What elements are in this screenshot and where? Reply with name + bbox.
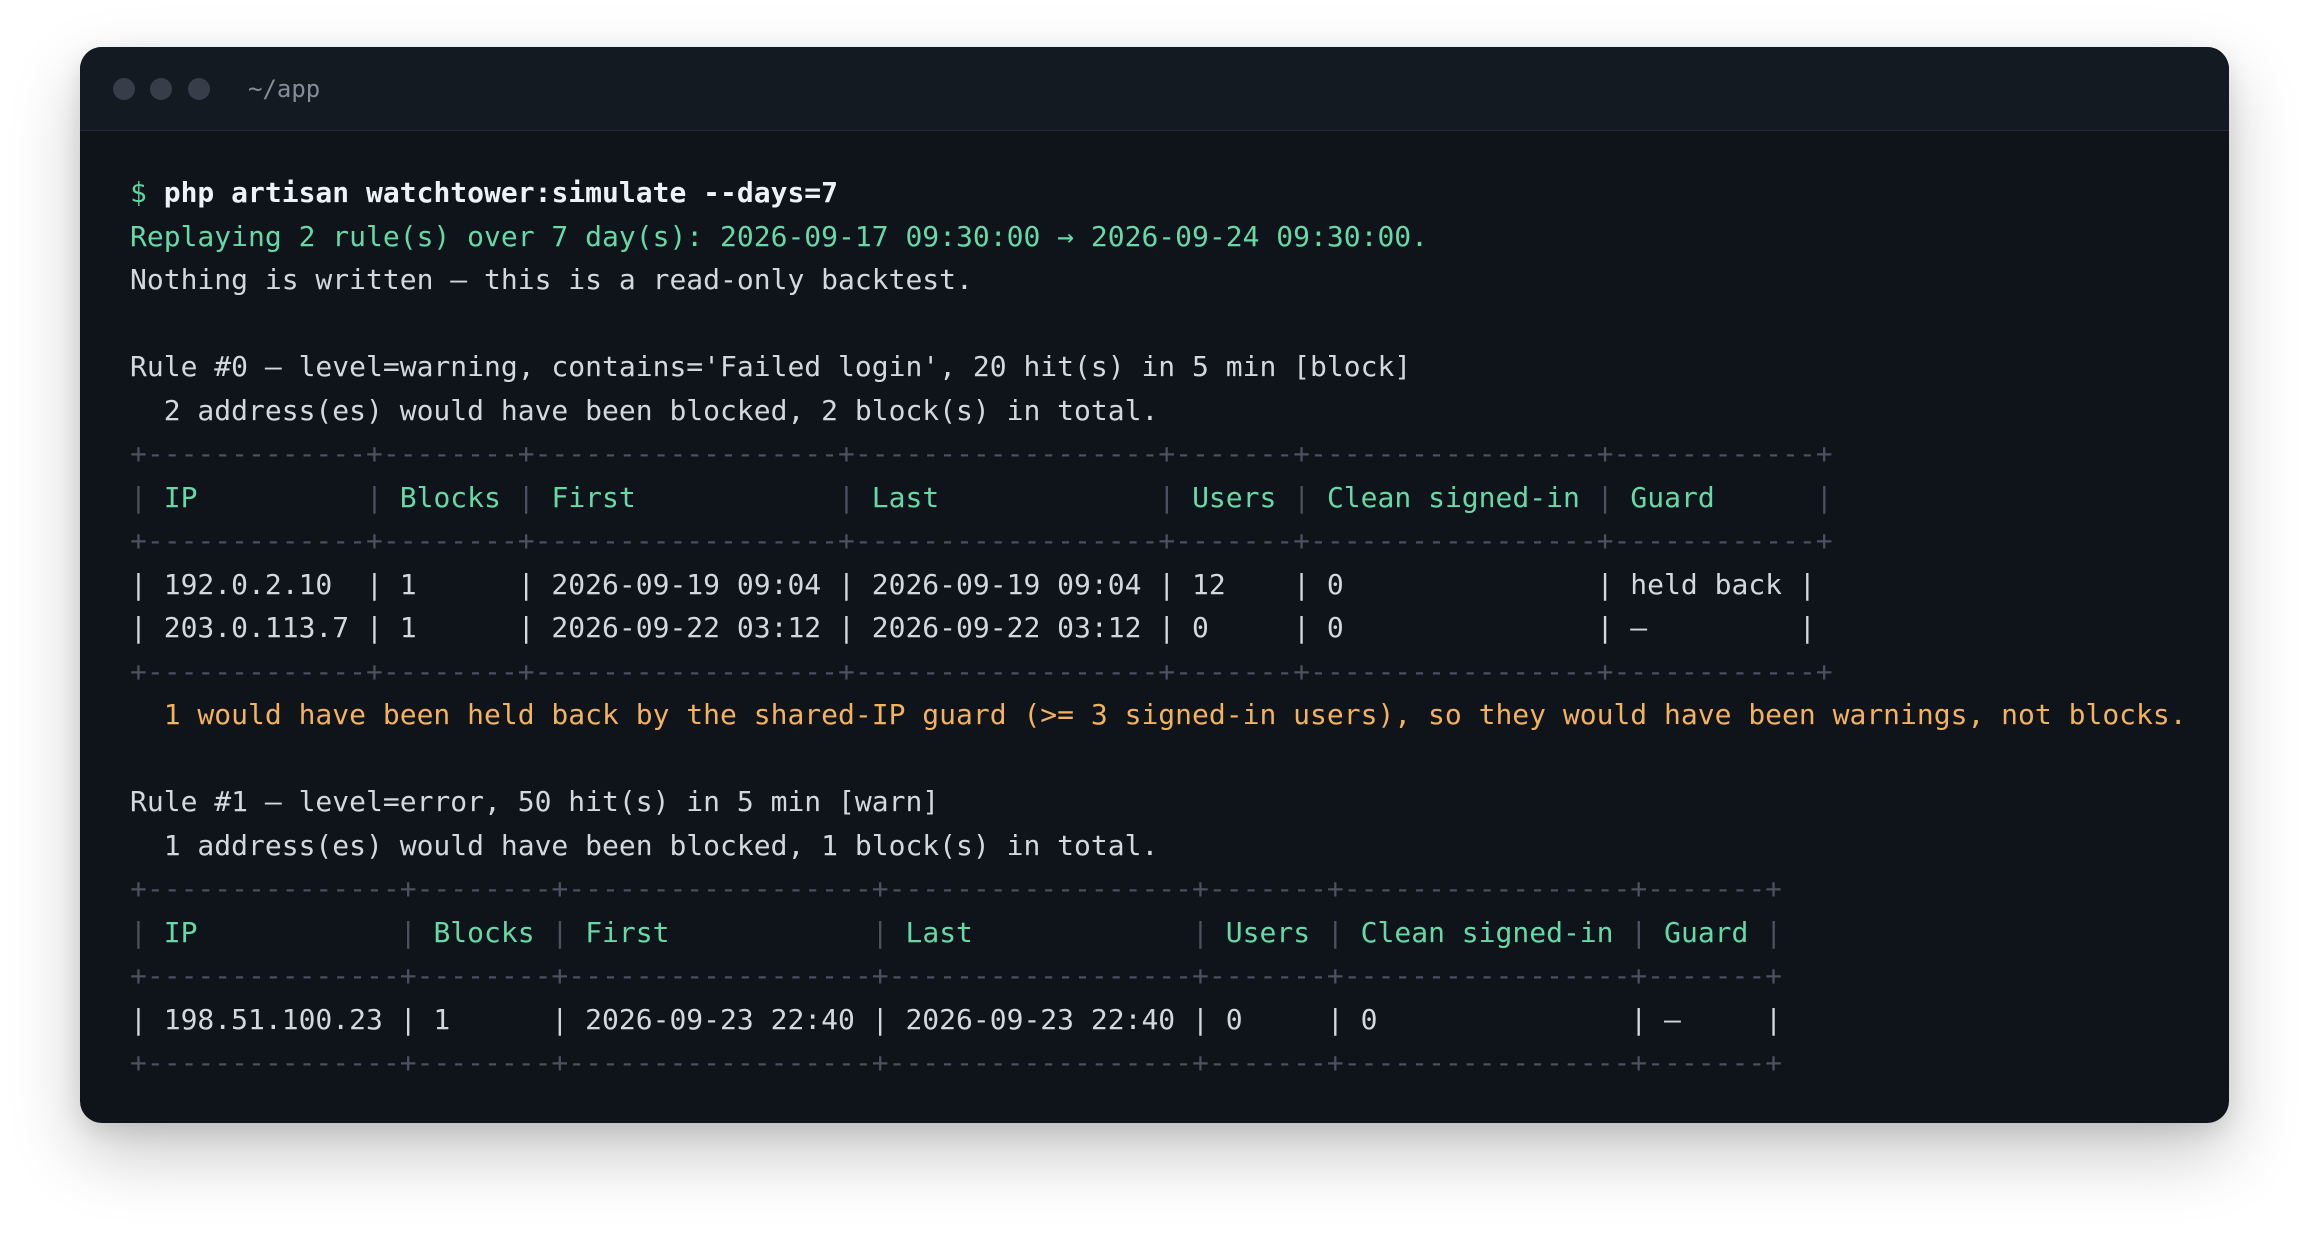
replaying-message: Replaying 2 rule(s) over 7 day(s): 2026-… [130, 219, 1429, 253]
column-separator: | [1748, 915, 1783, 949]
table-border: +-------------+--------+----------------… [130, 654, 1833, 688]
table-row: | 192.0.2.10 | 1 | 2026-09-19 09:04 | 20… [130, 567, 1816, 601]
column-separator: | [130, 915, 164, 949]
column-separator: | [1276, 480, 1327, 514]
table-border: +---------------+--------+--------------… [130, 1046, 1783, 1079]
column-separator: | [1579, 480, 1631, 514]
table-border: +---------------+--------+--------------… [130, 872, 1783, 905]
column-header-blocks: Blocks [433, 915, 535, 949]
table-header-row: | IP | Blocks | First | Last | Users | C… [130, 911, 2209, 955]
command-line: $ php artisan watchtower:simulate --days… [130, 171, 2209, 215]
column-separator: | [821, 480, 872, 514]
terminal-output[interactable]: $ php artisan watchtower:simulate --days… [130, 171, 2209, 1085]
table-row: | 198.51.100.23 | 1 | 2026-09-23 22:40 |… [130, 1002, 1783, 1036]
column-separator: | [1798, 480, 1833, 514]
window-title: ~/app [248, 75, 321, 103]
column-header-ip: IP [163, 480, 350, 514]
column-header-clean-signed-in: Clean signed-in [1326, 480, 1580, 514]
minimize-window-dot[interactable] [150, 78, 172, 100]
column-header-users: Users [1192, 480, 1277, 514]
table-border: +-------------+--------+----------------… [130, 437, 1833, 470]
table-row: | 203.0.113.7 | 1 | 2026-09-22 03:12 | 2… [130, 611, 1816, 644]
column-header-guard: Guard [1630, 480, 1799, 514]
rule-summary: 1 address(es) would have been blocked, 1… [130, 828, 1159, 862]
title-bar: ~/app [80, 47, 2229, 131]
column-separator: | [130, 480, 164, 514]
column-separator: | [349, 480, 400, 514]
column-header-users: Users [1225, 915, 1311, 949]
column-header-last: Last [871, 480, 1142, 514]
command-text: php artisan watchtower:simulate --days=7 [163, 176, 839, 209]
column-separator: | [500, 480, 552, 514]
table-header-row: | IP | Blocks | First | Last | Users | C… [130, 476, 2209, 520]
column-header-first: First [551, 480, 822, 514]
column-separator: | [534, 915, 586, 949]
column-header-blocks: Blocks [399, 480, 501, 514]
column-header-first: First [585, 915, 855, 949]
column-header-guard: Guard [1664, 915, 1749, 949]
rule-heading: Rule #0 — level=warning, contains='Faile… [130, 350, 1412, 383]
close-window-dot[interactable] [113, 78, 135, 100]
rule-summary: 2 address(es) would have been blocked, 2… [130, 393, 1159, 427]
column-separator: | [854, 915, 906, 949]
table-border: +---------------+--------+--------------… [130, 959, 1783, 992]
column-header-ip: IP [163, 915, 383, 949]
table-border: +-------------+--------+----------------… [130, 524, 1833, 557]
column-separator: | [1141, 480, 1193, 514]
column-separator: | [382, 915, 434, 949]
column-header-last: Last [905, 915, 1176, 949]
column-header-clean-signed-in: Clean signed-in [1360, 915, 1614, 949]
column-separator: | [1310, 915, 1361, 949]
maximize-window-dot[interactable] [188, 78, 210, 100]
rule-heading: Rule #1 — level=error, 50 hit(s) in 5 mi… [130, 785, 940, 818]
column-separator: | [1175, 915, 1226, 949]
column-separator: | [1613, 915, 1665, 949]
readonly-notice: Nothing is written — this is a read-only… [130, 263, 973, 296]
prompt-symbol: $ [130, 176, 147, 209]
terminal-window: ~/app $ php artisan watchtower:simulate … [80, 47, 2229, 1123]
guard-warning: 1 would have been held back by the share… [130, 698, 2187, 731]
